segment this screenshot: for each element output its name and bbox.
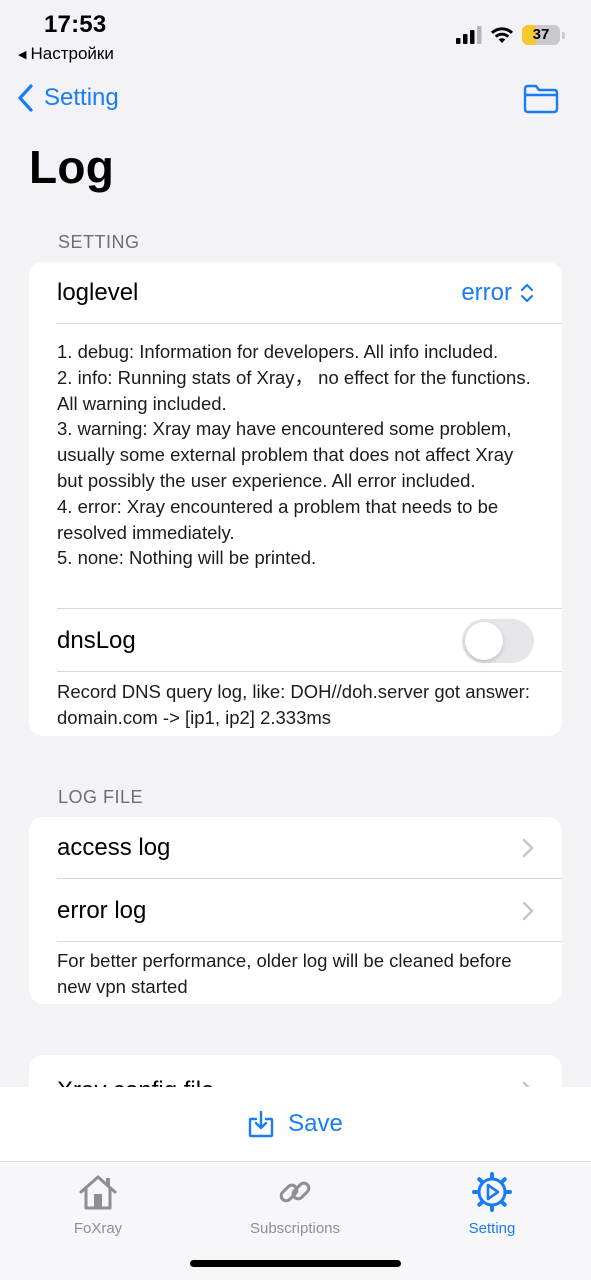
save-button[interactable]: Save <box>0 1087 591 1161</box>
loglevel-row[interactable]: loglevel error <box>29 262 562 324</box>
cellular-signal-icon <box>456 26 482 44</box>
access-log-row[interactable]: access log <box>29 817 562 879</box>
dnslog-description: Record DNS query log, like: DOH//doh.ser… <box>57 681 530 728</box>
dnslog-toggle[interactable] <box>462 618 534 663</box>
dnslog-row: dnsLog <box>29 609 562 672</box>
chevron-up-down-icon <box>520 283 534 303</box>
error-log-label: error log <box>57 896 147 924</box>
nav-back-button[interactable]: Setting <box>18 84 119 112</box>
access-log-label: access log <box>57 834 171 861</box>
status-time: 17:53 <box>44 11 107 38</box>
toggle-knob <box>465 621 503 660</box>
error-log-row[interactable]: error log <box>29 879 562 942</box>
battery-indicator: 37 <box>522 25 560 45</box>
tab-foxray-label: FoXray <box>73 1220 123 1237</box>
status-bar: 17:53 ◀ Настройки 37 <box>0 0 591 70</box>
chevron-left-icon <box>18 84 33 112</box>
tab-foxray[interactable]: FoXray <box>18 1170 178 1237</box>
wifi-icon <box>491 27 513 43</box>
tab-subscriptions-label: Subscriptions <box>249 1220 341 1237</box>
divider <box>57 671 562 672</box>
chevron-right-icon <box>522 838 534 858</box>
loglevel-label: loglevel <box>57 279 139 306</box>
chevron-right-icon <box>522 901 534 920</box>
back-app-label: Настройки <box>30 44 114 63</box>
link-icon <box>279 1181 311 1203</box>
dnslog-label: dnsLog <box>57 626 136 654</box>
home-indicator <box>190 1260 401 1267</box>
house-icon <box>79 1175 117 1210</box>
folder-icon <box>523 84 559 114</box>
nav-back-label: Setting <box>44 84 119 111</box>
tab-setting[interactable]: Setting <box>412 1170 572 1237</box>
status-indicators: 37 <box>456 23 565 47</box>
navigation-bar: Setting <box>0 78 591 124</box>
save-label: Save <box>288 1110 343 1137</box>
loglevel-note-block: 1. debug: Information for developers. Al… <box>29 324 562 609</box>
logfile-card: access log error log For better performa… <box>29 817 562 1004</box>
save-download-icon <box>248 1110 274 1138</box>
back-triangle-icon: ◀ <box>18 49 27 61</box>
tab-setting-label: Setting <box>468 1220 516 1237</box>
page-title: Log <box>29 141 115 193</box>
setting-section-header: SETTING <box>58 232 140 252</box>
battery-percent: 37 <box>532 26 550 43</box>
battery-tip <box>562 31 565 39</box>
tab-subscriptions[interactable]: Subscriptions <box>215 1170 375 1237</box>
logfile-note-block: For better performance, older log will b… <box>29 942 562 1000</box>
gear-icon <box>472 1172 512 1212</box>
divider <box>57 941 562 942</box>
loglevel-value: error <box>461 279 512 306</box>
loglevel-description: 1. debug: Information for developers. Al… <box>57 341 531 569</box>
loglevel-picker[interactable]: error <box>461 279 534 307</box>
logfile-section-header: LOG FILE <box>58 787 144 807</box>
folder-button[interactable] <box>523 84 559 119</box>
dnslog-note-block: Record DNS query log, like: DOH//doh.ser… <box>29 672 562 731</box>
back-to-app-link[interactable]: ◀ Настройки <box>18 44 114 64</box>
setting-card: loglevel error 1. debug: Information for… <box>29 262 562 736</box>
logfile-description: For better performance, older log will b… <box>57 950 512 997</box>
